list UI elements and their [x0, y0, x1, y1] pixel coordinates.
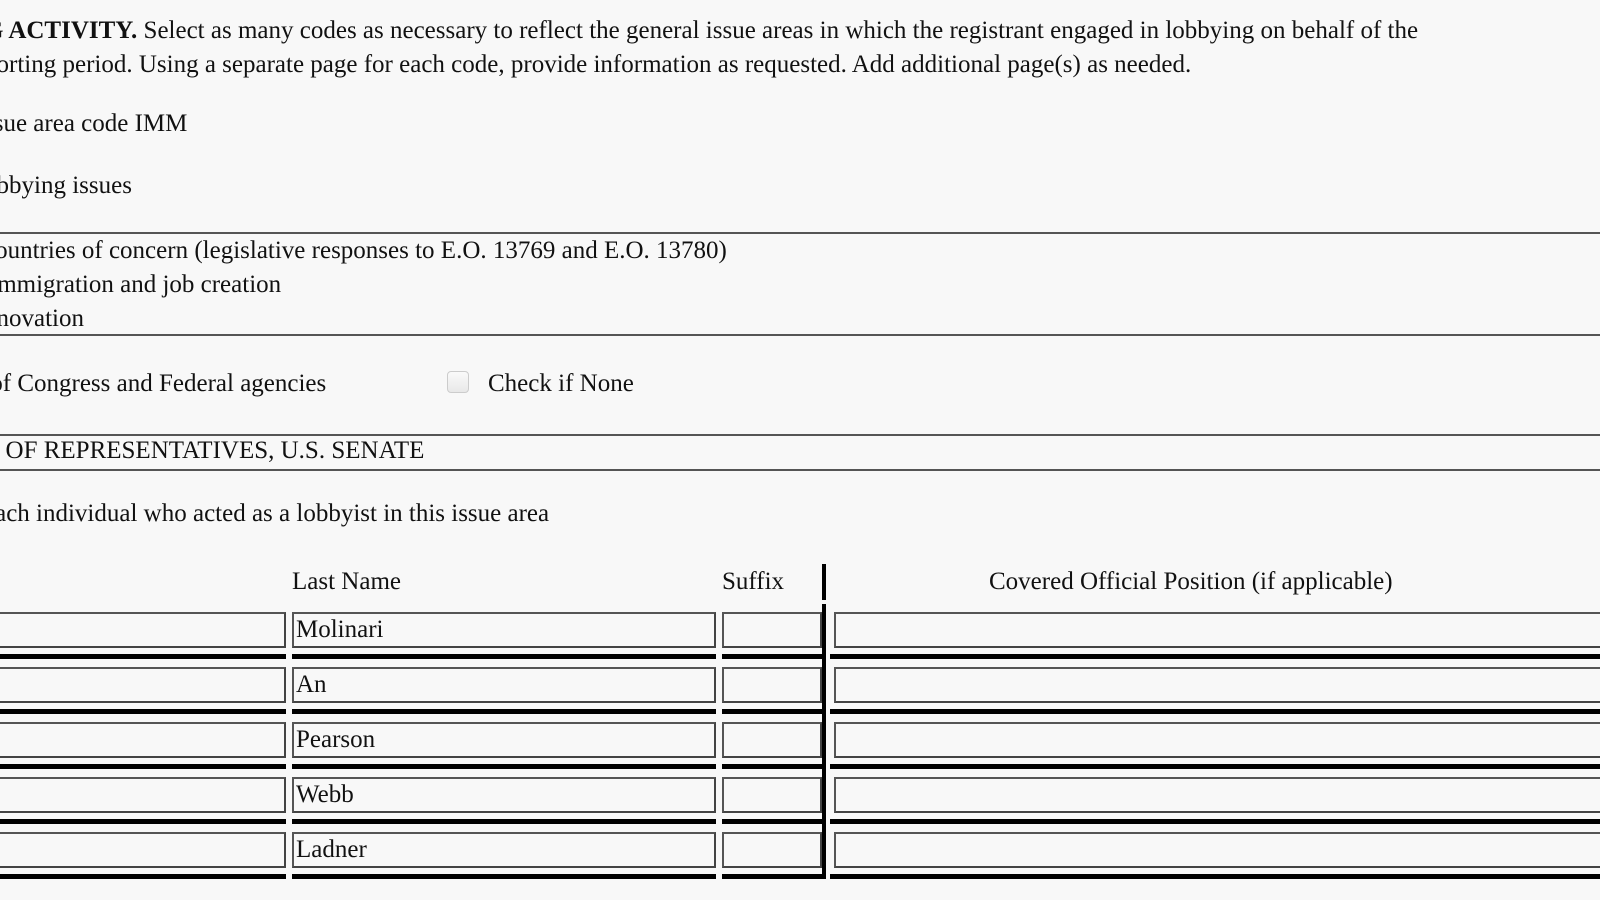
lobbyists-label: each individual who acted as a lobbyist …	[0, 500, 550, 527]
row-underline	[830, 874, 1600, 879]
first-name-field[interactable]	[0, 777, 286, 813]
last-name-field[interactable]: Molinari	[292, 612, 716, 648]
suffix-field[interactable]	[722, 832, 822, 868]
column-separator	[822, 659, 826, 709]
check-if-none-label[interactable]: Check if None	[488, 370, 634, 398]
specific-issues-text: countries of concern (legislative respon…	[0, 234, 727, 336]
table-row: Ladner	[0, 824, 1600, 886]
row-underline	[722, 819, 826, 824]
row-underline	[0, 654, 286, 659]
specific-issue-line: nnovation	[0, 305, 84, 332]
last-name-field[interactable]: Pearson	[292, 722, 716, 758]
header-suffix: Suffix	[722, 568, 785, 595]
table-row: Pearson	[0, 714, 1600, 776]
row-underline	[830, 654, 1600, 659]
intro-line-2: porting period. Using a separate page fo…	[0, 51, 1192, 78]
header-covered-position: Covered Official Position (if applicable…	[989, 568, 1393, 595]
houses-agencies-value: E OF REPRESENTATIVES, U.S. SENATE	[0, 437, 425, 464]
column-separator	[822, 714, 826, 764]
row-underline	[0, 819, 286, 824]
row-underline	[830, 709, 1600, 714]
divider	[0, 434, 1600, 436]
row-underline	[830, 764, 1600, 769]
section-intro: G ACTIVITY. Select as many codes as nece…	[0, 14, 1418, 82]
suffix-field[interactable]	[722, 612, 822, 648]
first-name-field[interactable]	[0, 722, 286, 758]
suffix-field[interactable]	[722, 777, 822, 813]
column-separator	[822, 769, 826, 819]
row-underline	[830, 819, 1600, 824]
specific-issue-line: countries of concern (legislative respon…	[0, 237, 727, 264]
header-last-name: Last Name	[292, 568, 401, 595]
first-name-field[interactable]	[0, 612, 286, 648]
row-underline	[0, 764, 286, 769]
column-separator	[822, 604, 826, 654]
covered-position-field[interactable]	[834, 722, 1600, 758]
row-underline	[292, 654, 716, 659]
specific-issues-label: obbying issues	[0, 172, 132, 199]
houses-agencies-label: of Congress and Federal agencies	[0, 370, 327, 397]
row-underline	[292, 709, 716, 714]
covered-position-field[interactable]	[834, 832, 1600, 868]
row-underline	[722, 764, 826, 769]
table-row: An	[0, 659, 1600, 721]
suffix-field[interactable]	[722, 667, 822, 703]
suffix-field[interactable]	[722, 722, 822, 758]
row-underline	[0, 874, 286, 879]
row-underline	[0, 709, 286, 714]
intro-text-1: Select as many codes as necessary to ref…	[137, 17, 1419, 44]
issue-area-code-label: ssue area code IMM	[0, 110, 188, 137]
covered-position-field[interactable]	[834, 667, 1600, 703]
last-name-field[interactable]: Ladner	[292, 832, 716, 868]
row-underline	[292, 819, 716, 824]
covered-position-field[interactable]	[834, 612, 1600, 648]
row-underline	[292, 764, 716, 769]
check-if-none-checkbox[interactable]	[447, 371, 469, 393]
last-name-field[interactable]: Webb	[292, 777, 716, 813]
table-row: Webb	[0, 769, 1600, 831]
intro-line-1: G ACTIVITY. Select as many codes as nece…	[0, 14, 1418, 48]
first-name-field[interactable]	[0, 832, 286, 868]
covered-position-field[interactable]	[834, 777, 1600, 813]
divider	[0, 334, 1600, 336]
row-underline	[292, 874, 716, 879]
row-underline	[722, 874, 826, 879]
last-name-field[interactable]: An	[292, 667, 716, 703]
row-underline	[722, 709, 826, 714]
row-underline	[722, 654, 826, 659]
table-row: Molinari	[0, 604, 1600, 666]
specific-issue-line: immigration and job creation	[0, 271, 282, 298]
column-separator	[822, 824, 826, 874]
divider	[0, 469, 1600, 471]
first-name-field[interactable]	[0, 667, 286, 703]
section-heading: G ACTIVITY.	[0, 17, 138, 44]
column-separator	[822, 564, 826, 600]
